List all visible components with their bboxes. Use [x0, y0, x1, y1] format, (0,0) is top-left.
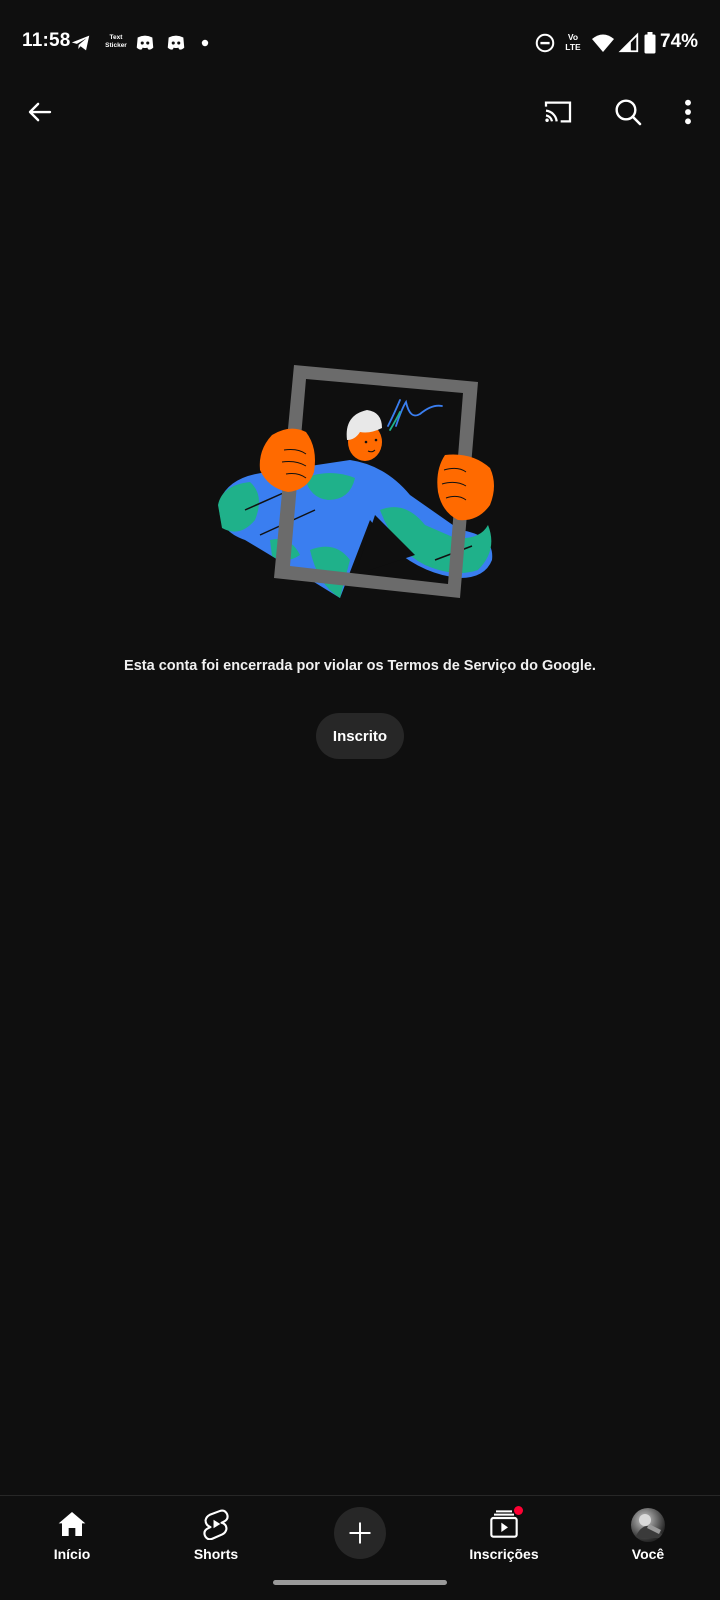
nav-home-label: Início — [53, 1546, 91, 1562]
more-options-button[interactable] — [664, 88, 712, 136]
wifi-icon — [592, 34, 614, 52]
status-bar: 11:58 Text Sticker Vo LTE 74% — [0, 0, 720, 88]
cast-button[interactable] — [534, 88, 582, 136]
more-vert-icon — [685, 99, 691, 125]
notification-dot — [514, 1506, 523, 1515]
account-terminated-message: Esta conta foi encerrada por violar os T… — [124, 658, 596, 674]
dot-icon — [201, 39, 209, 47]
subscribed-button[interactable]: Inscrito — [316, 713, 404, 759]
create-button[interactable] — [334, 1507, 386, 1559]
do-not-disturb-icon — [535, 33, 555, 53]
home-icon — [55, 1508, 89, 1540]
avatar — [631, 1508, 665, 1542]
subscriptions-icon — [487, 1506, 523, 1540]
text-sticker-icon: Text Sticker — [104, 34, 128, 49]
nav-shorts-label: Shorts — [193, 1546, 239, 1562]
nav-shorts[interactable]: Shorts — [156, 1496, 276, 1574]
back-button[interactable] — [16, 88, 64, 136]
search-icon — [615, 99, 642, 126]
sticker-line2: Sticker — [105, 41, 127, 49]
terminated-account-illustration — [218, 365, 494, 598]
gesture-home-indicator[interactable] — [273, 1580, 447, 1585]
nav-you[interactable]: Você — [588, 1496, 708, 1574]
signal-icon — [618, 32, 639, 53]
network-line2: LTE — [565, 42, 581, 52]
search-button[interactable] — [604, 88, 652, 136]
shorts-icon — [199, 1508, 233, 1540]
cast-icon — [544, 101, 572, 123]
nav-subscriptions-label: Inscrições — [469, 1546, 539, 1562]
telegram-icon — [71, 35, 90, 51]
battery-icon — [644, 32, 656, 54]
nav-subscriptions[interactable]: Inscrições — [444, 1496, 564, 1574]
battery-level: 74% — [660, 31, 699, 52]
discord-icon — [167, 35, 185, 50]
nav-you-label: Você — [631, 1546, 665, 1562]
status-time: 11:58 — [22, 30, 71, 51]
back-arrow-icon — [28, 102, 52, 122]
sticker-line1: Text — [109, 34, 123, 41]
plus-icon — [349, 1522, 371, 1544]
volte-icon: Vo LTE — [560, 32, 586, 52]
top-app-bar — [0, 88, 720, 136]
discord-icon — [136, 35, 154, 50]
screen: 11:58 Text Sticker Vo LTE 74% Esta conta… — [0, 0, 720, 1600]
network-line1: Vo — [567, 32, 579, 42]
nav-home[interactable]: Início — [12, 1496, 132, 1574]
